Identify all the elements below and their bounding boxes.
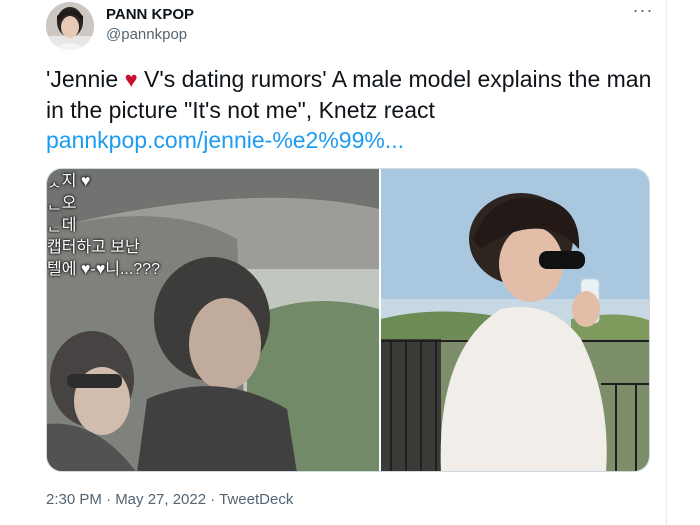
avatar[interactable] — [46, 2, 94, 50]
tweet-link[interactable]: pannkpop.com/jennie-%e2%99%... — [46, 127, 404, 153]
caption-line: ᆫ오 — [47, 195, 77, 212]
caption-line: 텔에 ♥-♥니...??? — [47, 261, 160, 278]
tweet-text-part-2: V's dating rumors' A male model explains… — [46, 66, 652, 123]
caption-line: 캡터하고 보난 — [47, 239, 140, 256]
author-display-name[interactable]: PANN KPOP — [106, 5, 194, 25]
caption-line: ᆫ데 — [47, 217, 77, 234]
tweet-timestamp[interactable]: 2:30 PM · May 27, 2022 · TweetDeck — [46, 490, 293, 510]
author-names: PANN KPOP @pannkpop — [106, 5, 194, 45]
heart-icon: ♥ — [124, 67, 138, 92]
tweet-text-part-1: 'Jennie — [46, 66, 125, 92]
caption-line: ᆺ지 ♥ — [47, 173, 91, 190]
avatar-photo — [46, 2, 94, 50]
photo-model-balcony-image — [381, 169, 649, 471]
author-handle[interactable]: @pannkpop — [106, 25, 194, 45]
tweet-header: PANN KPOP @pannkpop ··· — [46, 1, 657, 50]
more-options-icon[interactable]: ··· — [629, 1, 657, 22]
tweet-text: 'Jennie ♥ V's dating rumors' A male mode… — [46, 64, 656, 155]
tweet-media[interactable]: ᆺ지 ♥ ᆫ오 ᆫ데 캡터하고 보난 텔에 ♥-♥니...??? — [46, 168, 650, 472]
photo-model-balcony[interactable] — [381, 169, 649, 471]
korean-caption: ᆺ지 ♥ ᆫ오 ᆫ데 캡터하고 보난 텔에 ♥-♥니...??? — [47, 171, 160, 281]
photo-car-passengers[interactable]: ᆺ지 ♥ ᆫ오 ᆫ데 캡터하고 보난 텔에 ♥-♥니...??? — [47, 169, 379, 471]
timeline-column-divider — [666, 0, 667, 525]
